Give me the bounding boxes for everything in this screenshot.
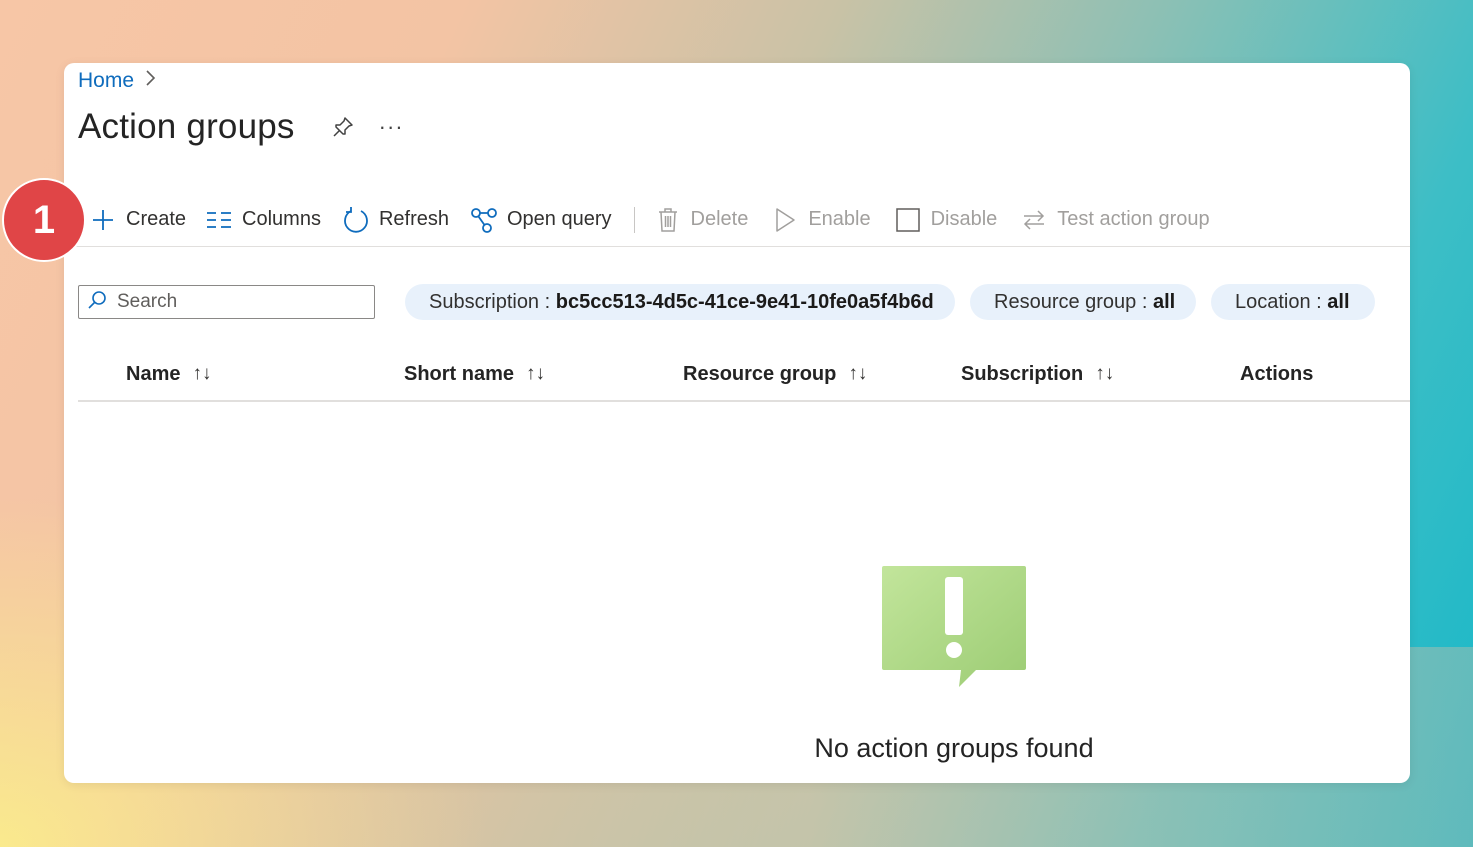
location-filter-value: all [1327, 290, 1350, 313]
swap-icon [1019, 205, 1049, 235]
column-header-resource-group[interactable]: Resource group ↑↓ [683, 363, 867, 386]
enable-button[interactable]: Enable [770, 200, 871, 240]
query-icon [469, 205, 499, 235]
warning-chat-icon [878, 563, 1030, 700]
command-bar: Create Columns Refresh Open query Delete… [64, 193, 1410, 247]
more-options-icon[interactable]: ··· [379, 114, 404, 140]
table-header: Name ↑↓ Short name ↑↓ Resource group ↑↓ … [78, 348, 1410, 402]
test-action-group-label: Test action group [1057, 208, 1210, 230]
resource-group-filter-value: all [1152, 290, 1176, 313]
column-header-label: Resource group [683, 362, 837, 385]
delete-label: Delete [690, 208, 749, 230]
breadcrumb-home-link[interactable]: Home [78, 69, 134, 93]
subscription-filter-pill[interactable]: Subscription : bc5cc513-4d5c-41ce-9e41-1… [405, 284, 955, 320]
search-icon [87, 290, 107, 315]
page-title: Action groups [78, 107, 295, 146]
sort-icon[interactable]: ↑↓ [1095, 363, 1114, 385]
sort-icon[interactable]: ↑↓ [526, 363, 545, 385]
column-header-label: Name [126, 362, 181, 385]
column-header-short-name[interactable]: Short name ↑↓ [404, 363, 545, 386]
breadcrumb: Home [78, 69, 156, 93]
filter-bar: Subscription : bc5cc513-4d5c-41ce-9e41-1… [78, 281, 1375, 323]
disable-button[interactable]: Disable [893, 200, 998, 240]
column-header-name[interactable]: Name ↑↓ [126, 363, 211, 386]
column-header-actions: Actions [1240, 363, 1313, 386]
column-header-subscription[interactable]: Subscription ↑↓ [961, 363, 1114, 386]
empty-state-message: No action groups found [814, 733, 1094, 763]
refresh-label: Refresh [378, 208, 449, 230]
open-query-label: Open query [506, 208, 612, 230]
search-box[interactable] [78, 285, 375, 319]
refresh-icon [341, 205, 371, 235]
chevron-right-icon [144, 69, 156, 93]
toolbar-divider [633, 206, 635, 233]
column-header-label: Short name [404, 362, 515, 385]
subscription-filter-value: bc5cc513-4d5c-41ce-9e41-10fe0a5f4b6d [555, 290, 934, 313]
enable-label: Enable [808, 208, 871, 230]
columns-icon [204, 205, 234, 235]
sort-icon[interactable]: ↑↓ [848, 363, 867, 385]
test-action-group-button[interactable]: Test action group [1019, 200, 1210, 240]
location-filter-pill[interactable]: Location : all [1211, 284, 1375, 320]
location-filter-label: Location : [1235, 290, 1328, 313]
refresh-button[interactable]: Refresh [341, 200, 449, 240]
sort-icon[interactable]: ↑↓ [192, 363, 211, 385]
title-row: Action groups ··· [78, 107, 404, 147]
resource-group-filter-label: Resource group : [994, 290, 1153, 313]
subscription-filter-label: Subscription : [429, 290, 556, 313]
column-header-label: Subscription [961, 362, 1084, 385]
play-icon [770, 205, 800, 235]
create-label: Create [126, 208, 187, 230]
plus-icon [88, 205, 118, 235]
columns-label: Columns [242, 208, 321, 230]
pin-icon[interactable] [329, 113, 357, 141]
action-groups-panel: Home Action groups ··· Create Columns Re… [64, 63, 1410, 783]
columns-button[interactable]: Columns [204, 200, 321, 240]
open-query-button[interactable]: Open query [469, 200, 612, 240]
column-header-label: Actions [1240, 362, 1314, 385]
trash-icon [653, 205, 683, 235]
delete-button[interactable]: Delete [653, 200, 749, 240]
disable-label: Disable [930, 208, 998, 230]
create-button[interactable]: Create [88, 200, 186, 240]
search-input[interactable] [115, 290, 359, 314]
resource-group-filter-pill[interactable]: Resource group : all [970, 284, 1196, 320]
step-badge: 1 [2, 178, 86, 262]
checkbox-icon [893, 205, 923, 235]
